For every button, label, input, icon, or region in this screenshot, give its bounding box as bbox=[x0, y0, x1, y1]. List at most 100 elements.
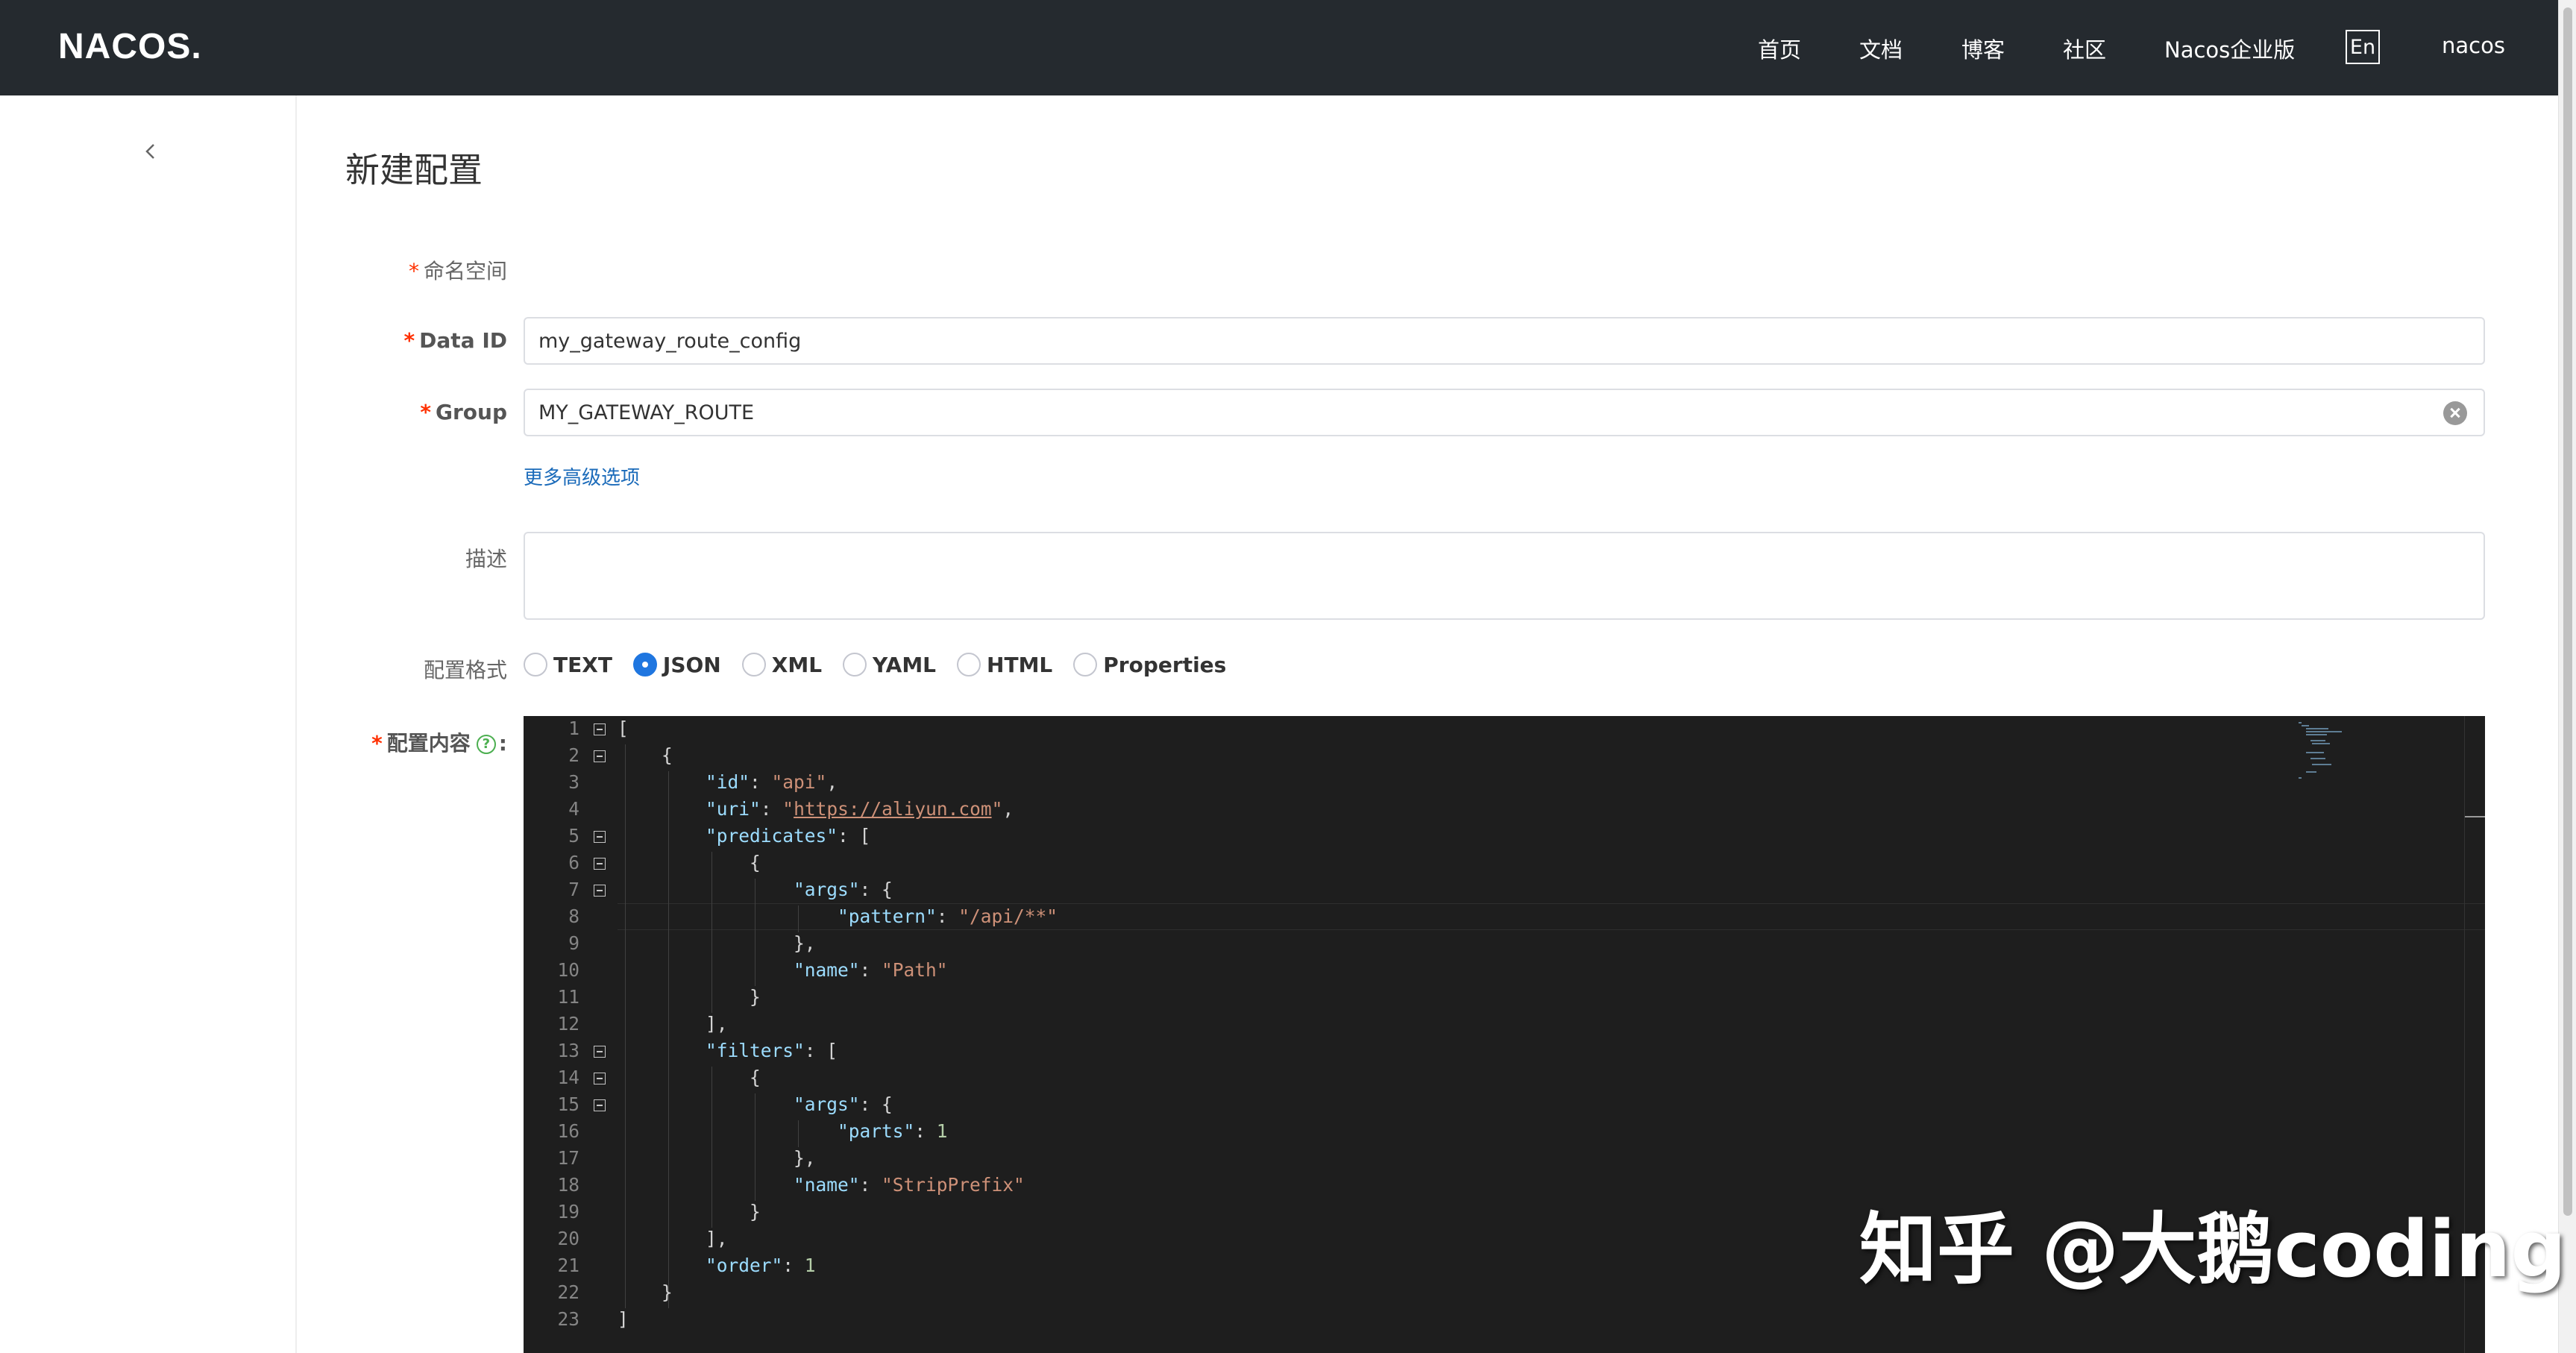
minimap-line bbox=[2299, 777, 2302, 779]
code-token: }, bbox=[794, 1147, 816, 1169]
code-line: "pattern": "/api/**" bbox=[838, 905, 1058, 927]
format-label: 配置格式 bbox=[239, 654, 507, 684]
fold-toggle-icon[interactable] bbox=[594, 1099, 606, 1111]
json-key: "predicates" bbox=[706, 825, 838, 847]
code-line: } bbox=[618, 986, 761, 1008]
line-number: 20 bbox=[557, 1228, 579, 1249]
group-input[interactable]: MY_GATEWAY_ROUTE bbox=[524, 389, 2485, 436]
line-number: 21 bbox=[557, 1255, 579, 1276]
description-textarea[interactable] bbox=[524, 532, 2485, 620]
json-string: "Path" bbox=[882, 959, 948, 981]
json-key: "name" bbox=[794, 1174, 860, 1196]
nav-enterprise[interactable]: Nacos企业版 bbox=[2164, 33, 2295, 64]
radio-circle[interactable] bbox=[524, 653, 547, 676]
code-line: "predicates": [ bbox=[706, 825, 871, 847]
advanced-options-link[interactable]: 更多高级选项 bbox=[524, 462, 640, 490]
description-label-text: 描述 bbox=[465, 547, 507, 571]
fold-toggle-icon[interactable] bbox=[594, 831, 606, 843]
json-string: "/api/**" bbox=[958, 905, 1058, 927]
minimap-line bbox=[2306, 752, 2324, 753]
line-number: 10 bbox=[557, 959, 579, 981]
json-number: 1 bbox=[936, 1120, 948, 1142]
fold-toggle-icon[interactable] bbox=[594, 723, 606, 735]
radio-label: Properties bbox=[1103, 652, 1227, 677]
line-number: 16 bbox=[557, 1120, 579, 1142]
radio-label: HTML bbox=[987, 652, 1053, 677]
fold-toggle-icon[interactable] bbox=[594, 1046, 606, 1058]
radio-circle[interactable] bbox=[957, 653, 981, 676]
fold-toggle-icon[interactable] bbox=[594, 1073, 606, 1084]
json-key: "name" bbox=[794, 959, 860, 981]
code-token: } bbox=[662, 1281, 673, 1303]
json-key: "filters" bbox=[706, 1040, 805, 1061]
line-number: 8 bbox=[568, 905, 579, 927]
group-value: MY_GATEWAY_ROUTE bbox=[538, 401, 755, 424]
nav-community[interactable]: 社区 bbox=[2063, 33, 2106, 64]
language-toggle-button[interactable]: En bbox=[2346, 30, 2380, 64]
dataid-value: my_gateway_route_config bbox=[538, 329, 802, 353]
code-line: "args": { bbox=[794, 1093, 893, 1115]
user-menu[interactable]: nacos bbox=[2442, 33, 2505, 58]
fold-toggle-icon[interactable] bbox=[594, 885, 606, 897]
code-line: "parts": 1 bbox=[838, 1120, 948, 1142]
minimap-line bbox=[2312, 764, 2331, 765]
nacos-logo[interactable]: NACOS. bbox=[58, 25, 202, 67]
namespace-label-text: 命名空间 bbox=[423, 259, 507, 283]
editor-minimap[interactable] bbox=[2290, 718, 2379, 785]
radio-circle[interactable] bbox=[741, 653, 766, 676]
logo-text: NACOS bbox=[58, 26, 192, 66]
format-radio-html[interactable]: HTML bbox=[957, 653, 1052, 677]
radio-label: XML bbox=[771, 652, 823, 677]
format-radio-yaml[interactable]: YAML bbox=[843, 653, 936, 677]
json-url-link[interactable]: https://aliyun.com bbox=[794, 798, 992, 820]
json-string: " bbox=[991, 798, 1003, 820]
format-radio-json[interactable]: JSON bbox=[632, 653, 721, 677]
code-line: ], bbox=[618, 1228, 728, 1249]
format-radio-properties[interactable]: Properties bbox=[1073, 653, 1226, 677]
line-number: 4 bbox=[568, 798, 579, 820]
nav-home[interactable]: 首页 bbox=[1758, 33, 1801, 64]
help-icon[interactable]: ? bbox=[476, 735, 496, 754]
code-token: ], bbox=[706, 1013, 728, 1035]
json-key: "uri" bbox=[706, 798, 761, 820]
json-key: "pattern" bbox=[838, 905, 937, 927]
dataid-label-text: Data ID bbox=[419, 328, 507, 353]
code-line: { bbox=[618, 1067, 761, 1088]
minimap-line bbox=[2312, 743, 2330, 744]
dataid-input[interactable]: my_gateway_route_config bbox=[524, 317, 2485, 365]
code-line: [ bbox=[618, 718, 629, 739]
fold-toggle-icon[interactable] bbox=[594, 750, 606, 762]
radio-circle[interactable] bbox=[843, 653, 867, 676]
code-line: ], bbox=[618, 1013, 728, 1035]
code-line: }, bbox=[618, 932, 816, 954]
minimap-line bbox=[2310, 758, 2325, 759]
group-label: * Group bbox=[239, 400, 507, 424]
code-line: "args": { bbox=[794, 879, 893, 900]
code-line: { bbox=[618, 744, 673, 766]
nav-docs[interactable]: 文档 bbox=[1859, 33, 1903, 64]
json-number: 1 bbox=[804, 1255, 816, 1276]
fold-toggle-icon[interactable] bbox=[594, 858, 606, 870]
line-number: 14 bbox=[557, 1067, 579, 1088]
clear-icon[interactable] bbox=[2443, 401, 2467, 425]
dataid-label: * Data ID bbox=[239, 328, 507, 353]
format-radio-xml[interactable]: XML bbox=[741, 652, 823, 677]
code-token: [ bbox=[618, 718, 629, 739]
nav-blog[interactable]: 博客 bbox=[1961, 33, 2005, 64]
format-radio-text[interactable]: TEXT bbox=[524, 653, 612, 677]
json-key: "parts" bbox=[838, 1120, 915, 1142]
radio-circle-checked[interactable] bbox=[632, 653, 657, 676]
page-scrollbar-thumb[interactable] bbox=[2563, 7, 2572, 1216]
code-token: { bbox=[750, 1067, 761, 1088]
code-line: }, bbox=[618, 1147, 816, 1169]
radio-circle[interactable] bbox=[1073, 653, 1098, 676]
radio-label: TEXT bbox=[553, 652, 612, 677]
page-scrollbar[interactable] bbox=[2558, 0, 2576, 1353]
line-number: 2 bbox=[568, 744, 579, 766]
required-marker: * bbox=[408, 259, 419, 283]
chevron-left-icon[interactable] bbox=[140, 140, 161, 163]
format-label-text: 配置格式 bbox=[423, 658, 507, 682]
top-navbar: NACOS. 首页 文档 博客 社区 Nacos企业版 En nacos bbox=[0, 0, 2558, 95]
format-radio-group: TEXT JSON XML YAML HTML Properties bbox=[524, 650, 1247, 679]
code-line: "uri": "https://aliyun.com", bbox=[706, 798, 1014, 820]
